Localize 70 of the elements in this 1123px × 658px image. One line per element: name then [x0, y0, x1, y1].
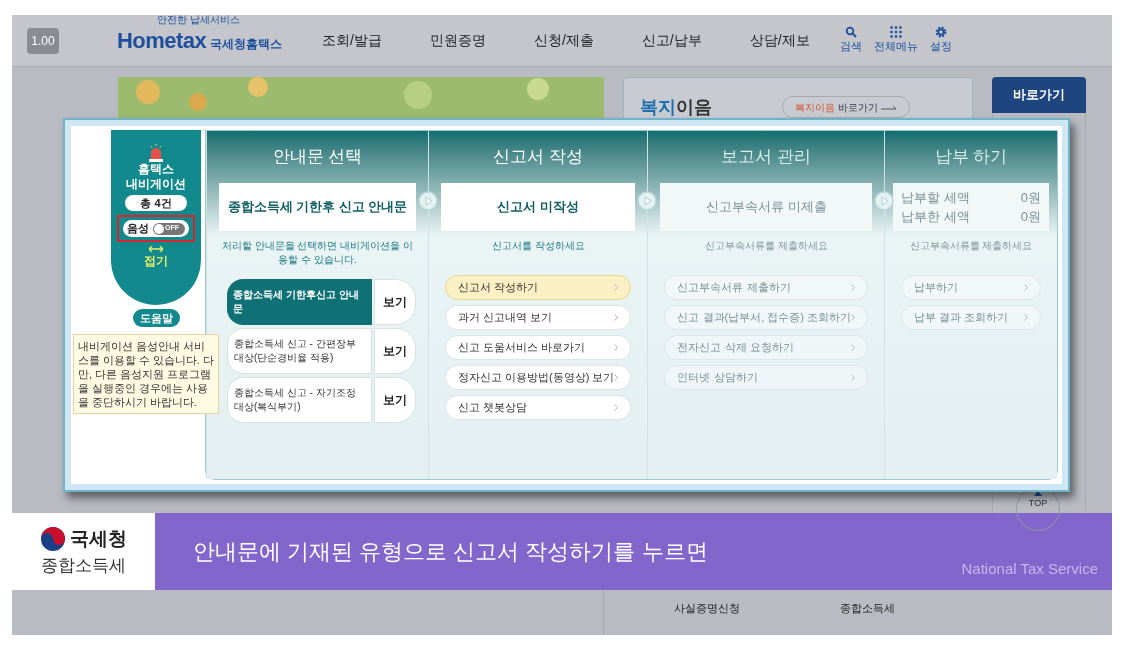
- amount-label: 납부한 세액: [901, 208, 970, 226]
- chevron-icon: [851, 284, 855, 291]
- menu-link[interactable]: 조회/발급: [322, 30, 382, 51]
- footer-link[interactable]: 종합소득세: [840, 600, 895, 635]
- chevron-icon: [614, 314, 619, 321]
- status-box: 신고서 미작성: [441, 183, 636, 231]
- view-button[interactable]: 보기: [374, 328, 416, 374]
- notice-item[interactable]: 종합소득세 신고 - 간편장부 대상(단순경비율 적용): [227, 328, 372, 374]
- amount-value: 0원: [1020, 208, 1041, 226]
- nav-link[interactable]: 정자신고 이용방법(동영상) 보기: [445, 365, 632, 390]
- menu-link[interactable]: 상담/제보: [749, 30, 810, 51]
- toolbar-button[interactable]: 검색: [839, 26, 862, 55]
- column-title: 안내문 선택: [271, 146, 364, 169]
- nav-link[interactable]: 과거 신고내역 보기: [445, 305, 632, 330]
- subject-label: 종합소득세: [41, 555, 126, 577]
- menu-link[interactable]: 신고/납부: [641, 30, 702, 51]
- column-title: 신고서 작성: [492, 146, 585, 169]
- shortcut-button[interactable]: 바로가기: [992, 77, 1086, 113]
- toolbar-button[interactable]: 전체메뉴: [873, 26, 918, 55]
- nav-link[interactable]: 신고서 작성하기: [445, 275, 632, 300]
- chevron-icon: [1024, 314, 1028, 321]
- brand-text: National Tax Service: [961, 558, 1098, 579]
- hint-text: 신고부속서류를 제출하세요: [908, 239, 1034, 253]
- chevron-icon: [1024, 284, 1028, 291]
- menu-link[interactable]: 신청/제출: [533, 30, 594, 51]
- hint-text: 처리할 안내문을 선택하면 내비게이션을 이용할 수 있습니다.: [220, 239, 415, 267]
- welfare-title: 복지이음: [640, 95, 712, 119]
- play-icon: [637, 191, 658, 211]
- grid-icon: [889, 26, 902, 39]
- chevron-icon: [614, 404, 619, 411]
- notice-item[interactable]: 종합소득세 기한후신고 안내문: [227, 279, 372, 325]
- siren-icon: [148, 144, 164, 162]
- logo-tagline: 안전한 납세서비스: [157, 13, 240, 27]
- settings-icon: [934, 26, 947, 39]
- caption-text: 안내문에 기재된 유형으로 신고서 작성하기를 누르면: [193, 538, 708, 566]
- chevron-icon: [851, 344, 855, 351]
- site-name: 국세청홈택스: [210, 36, 283, 53]
- hint-text: 신고서를 작성하세요: [490, 239, 586, 253]
- chevron-icon: [851, 314, 855, 321]
- nav-link[interactable]: 신고 챗봇상담: [445, 395, 632, 420]
- chevron-icon: [614, 344, 619, 351]
- view-button[interactable]: 보기: [374, 279, 416, 325]
- amount-label: 납부할 세액: [901, 188, 970, 207]
- search-icon: [844, 26, 857, 39]
- hometax-logo: Hometax: [117, 28, 207, 53]
- voice-tooltip: 내비게이션 음성안내 서비스를 이용할 수 있습니다. 다만, 다른 음성지원 프로그램을 실행중인 경우에는 사용을 중단하시기 바랍니다.: [73, 334, 219, 414]
- amount-value: 0원: [1020, 188, 1041, 207]
- menu-link[interactable]: 민원증명: [429, 30, 486, 51]
- chevron-icon: [851, 374, 855, 381]
- help-button[interactable]: 도움말: [132, 309, 180, 327]
- navigator-title: 내비게이션: [126, 177, 186, 192]
- status-box: 신고부속서류 미제출: [660, 183, 872, 231]
- count-label: 총 4건: [125, 195, 187, 211]
- toolbar-button[interactable]: 설정: [929, 26, 952, 55]
- collapse-icon: [149, 246, 163, 252]
- column-title: 보고서 관리: [720, 146, 813, 169]
- chevron-icon: [614, 284, 619, 291]
- org-name: 국세청: [70, 526, 127, 551]
- navigator-title: 홈택스: [138, 162, 174, 177]
- hint-text: 신고부속서류를 제출하세요: [703, 239, 829, 253]
- view-button[interactable]: 보기: [374, 377, 416, 423]
- footer-link[interactable]: 사실증명신청: [674, 600, 740, 635]
- column-title: 납부 하기: [933, 146, 1009, 169]
- play-icon: [418, 191, 438, 211]
- emblem-icon: [40, 525, 66, 552]
- chevron-icon: [614, 374, 619, 381]
- status-box: 종합소득세 기한후 신고 안내문: [219, 183, 416, 231]
- nav-link[interactable]: 신고 도움서비스 바로가기: [445, 335, 632, 360]
- zoom-badge: 1.00: [27, 27, 59, 54]
- notice-item[interactable]: 종합소득세 신고 - 자기조정 대상(복식부기): [227, 377, 372, 423]
